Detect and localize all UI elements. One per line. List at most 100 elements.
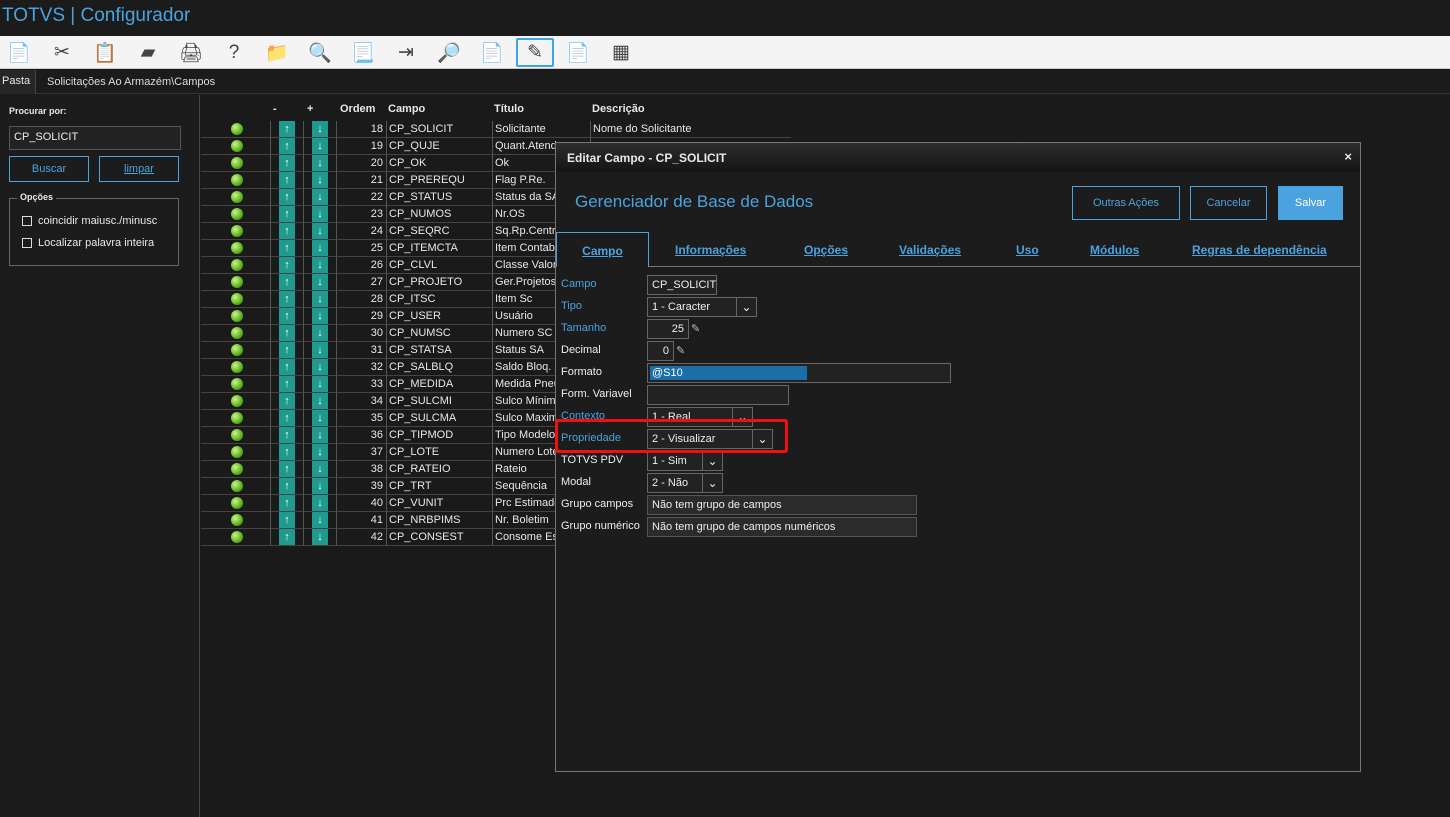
search-button[interactable]: Buscar — [9, 156, 89, 182]
arrow-up-icon[interactable]: ↑ — [279, 155, 295, 171]
arrow-down-icon[interactable]: ↓ — [312, 342, 328, 358]
arrow-down-icon[interactable]: ↓ — [312, 427, 328, 443]
eraser-button[interactable]: ▰ — [129, 38, 167, 67]
arrow-up-icon[interactable]: ↑ — [279, 121, 295, 137]
decimal-field[interactable]: 0 — [647, 341, 674, 361]
tab-modulos[interactable]: Módulos — [1090, 243, 1139, 257]
case-sensitive-checkbox[interactable]: coincidir maiusc./minusc — [22, 215, 157, 227]
arrow-up-icon[interactable]: ↑ — [279, 393, 295, 409]
tab-informacoes[interactable]: Informações — [675, 243, 746, 257]
table-row[interactable]: ↑ ↓ 18 CP_SOLICIT Solicitante Nome do Solicit… — [201, 121, 791, 138]
formvar-field[interactable] — [647, 385, 789, 405]
folder-button[interactable]: 📁 — [258, 38, 296, 67]
pencil-icon[interactable]: ✎ — [691, 322, 700, 335]
preview-button[interactable]: 🔎 — [430, 38, 468, 67]
arrow-up-icon[interactable]: ↑ — [279, 478, 295, 494]
more-actions-button[interactable]: Outras Ações — [1072, 186, 1180, 220]
arrow-down-icon[interactable]: ↓ — [312, 138, 328, 154]
tab-validacoes[interactable]: Validações — [899, 243, 961, 257]
arrow-up-icon[interactable]: ↑ — [279, 172, 295, 188]
tab-uso[interactable]: Uso — [1016, 243, 1039, 257]
arrow-up-icon[interactable]: ↑ — [279, 257, 295, 273]
edit-button[interactable]: ✎ — [516, 38, 554, 67]
tab-opcoes[interactable]: Opções — [804, 243, 848, 257]
document-remove-button[interactable]: 📄 — [559, 38, 597, 67]
print-button[interactable]: 🖨 — [172, 38, 210, 67]
checkbox-box[interactable] — [22, 216, 32, 226]
modal-select[interactable]: 2 - Não ⌄ — [647, 473, 723, 493]
search-input[interactable]: CP_SOLICIT — [9, 126, 181, 150]
campo-field[interactable]: CP_SOLICIT — [647, 275, 717, 295]
cut-button[interactable]: ✂ — [43, 38, 81, 67]
arrow-down-icon[interactable]: ↓ — [312, 257, 328, 273]
arrow-down-icon[interactable]: ↓ — [312, 308, 328, 324]
tamanho-label: Tamanho — [561, 322, 607, 334]
arrow-up-icon[interactable]: ↑ — [279, 308, 295, 324]
arrow-up-icon[interactable]: ↑ — [279, 359, 295, 375]
paste-button[interactable]: 📋 — [86, 38, 124, 67]
arrow-down-icon[interactable]: ↓ — [312, 410, 328, 426]
formato-field[interactable]: @S10 — [647, 363, 951, 383]
arrow-up-icon[interactable]: ↑ — [279, 529, 295, 545]
arrow-up-icon[interactable]: ↑ — [279, 427, 295, 443]
whole-word-checkbox[interactable]: Localizar palavra inteira — [22, 237, 154, 249]
arrow-down-icon[interactable]: ↓ — [312, 291, 328, 307]
arrow-up-icon[interactable]: ↑ — [279, 410, 295, 426]
arrow-down-icon[interactable]: ↓ — [312, 121, 328, 137]
arrow-down-icon[interactable]: ↓ — [312, 393, 328, 409]
arrow-down-icon[interactable]: ↓ — [312, 359, 328, 375]
status-cell — [201, 512, 271, 529]
arrow-up-icon[interactable]: ↑ — [279, 325, 295, 341]
help-button[interactable]: ? — [215, 38, 253, 67]
arrow-down-icon[interactable]: ↓ — [312, 325, 328, 341]
arrow-up-icon[interactable]: ↑ — [279, 223, 295, 239]
tipo-select[interactable]: 1 - Caracter ⌄ — [647, 297, 757, 317]
arrow-up-icon[interactable]: ↑ — [279, 444, 295, 460]
save-button[interactable]: Salvar — [1278, 186, 1343, 220]
arrow-down-icon[interactable]: ↓ — [312, 376, 328, 392]
arrow-down-icon[interactable]: ↓ — [312, 495, 328, 511]
exit-button[interactable]: ⇥ — [387, 38, 425, 67]
tab-regras[interactable]: Regras de dependência — [1192, 243, 1327, 257]
arrow-up-icon[interactable]: ↑ — [279, 206, 295, 222]
arrow-up-icon[interactable]: ↑ — [279, 138, 295, 154]
arrow-up-icon[interactable]: ↑ — [279, 240, 295, 256]
arrow-down-icon[interactable]: ↓ — [312, 444, 328, 460]
arrow-up-icon[interactable]: ↑ — [279, 291, 295, 307]
document-delete-button[interactable]: 📃 — [344, 38, 382, 67]
pencil-icon[interactable]: ✎ — [676, 344, 685, 357]
arrow-up-icon[interactable]: ↑ — [279, 189, 295, 205]
pdv-select[interactable]: 1 - Sim ⌄ — [647, 451, 723, 471]
arrow-down-icon[interactable]: ↓ — [312, 529, 328, 545]
arrow-down-icon[interactable]: ↓ — [312, 512, 328, 528]
table-button[interactable]: ▦ — [602, 38, 640, 67]
search-button[interactable]: 🔍 — [301, 38, 339, 67]
arrow-up-icon[interactable]: ↑ — [279, 274, 295, 290]
arrow-up-icon[interactable]: ↑ — [279, 495, 295, 511]
arrow-down-icon[interactable]: ↓ — [312, 274, 328, 290]
arrow-down-icon[interactable]: ↓ — [312, 240, 328, 256]
arrow-down-icon[interactable]: ↓ — [312, 172, 328, 188]
copy-button[interactable]: 📄 — [0, 38, 38, 67]
close-icon[interactable]: × — [1344, 149, 1352, 164]
clear-button[interactable]: limpar — [99, 156, 179, 182]
arrow-down-icon[interactable]: ↓ — [312, 223, 328, 239]
pasta-tab[interactable]: Pasta — [0, 70, 36, 94]
document-add-button[interactable]: 📄 — [473, 38, 511, 67]
checkbox-box[interactable] — [22, 238, 32, 248]
arrow-up-icon[interactable]: ↑ — [279, 512, 295, 528]
chevron-down-icon[interactable]: ⌄ — [702, 474, 722, 492]
arrow-down-icon[interactable]: ↓ — [312, 461, 328, 477]
arrow-up-icon[interactable]: ↑ — [279, 342, 295, 358]
cancel-button[interactable]: Cancelar — [1190, 186, 1267, 220]
arrow-down-icon[interactable]: ↓ — [312, 189, 328, 205]
arrow-down-icon[interactable]: ↓ — [312, 206, 328, 222]
tab-campo[interactable]: Campo — [556, 232, 649, 267]
chevron-down-icon[interactable]: ⌄ — [736, 298, 756, 316]
arrow-up-icon[interactable]: ↑ — [279, 461, 295, 477]
chevron-down-icon[interactable]: ⌄ — [702, 452, 722, 470]
arrow-up-icon[interactable]: ↑ — [279, 376, 295, 392]
arrow-down-icon[interactable]: ↓ — [312, 155, 328, 171]
tamanho-field[interactable]: 25 — [647, 319, 689, 339]
arrow-down-icon[interactable]: ↓ — [312, 478, 328, 494]
